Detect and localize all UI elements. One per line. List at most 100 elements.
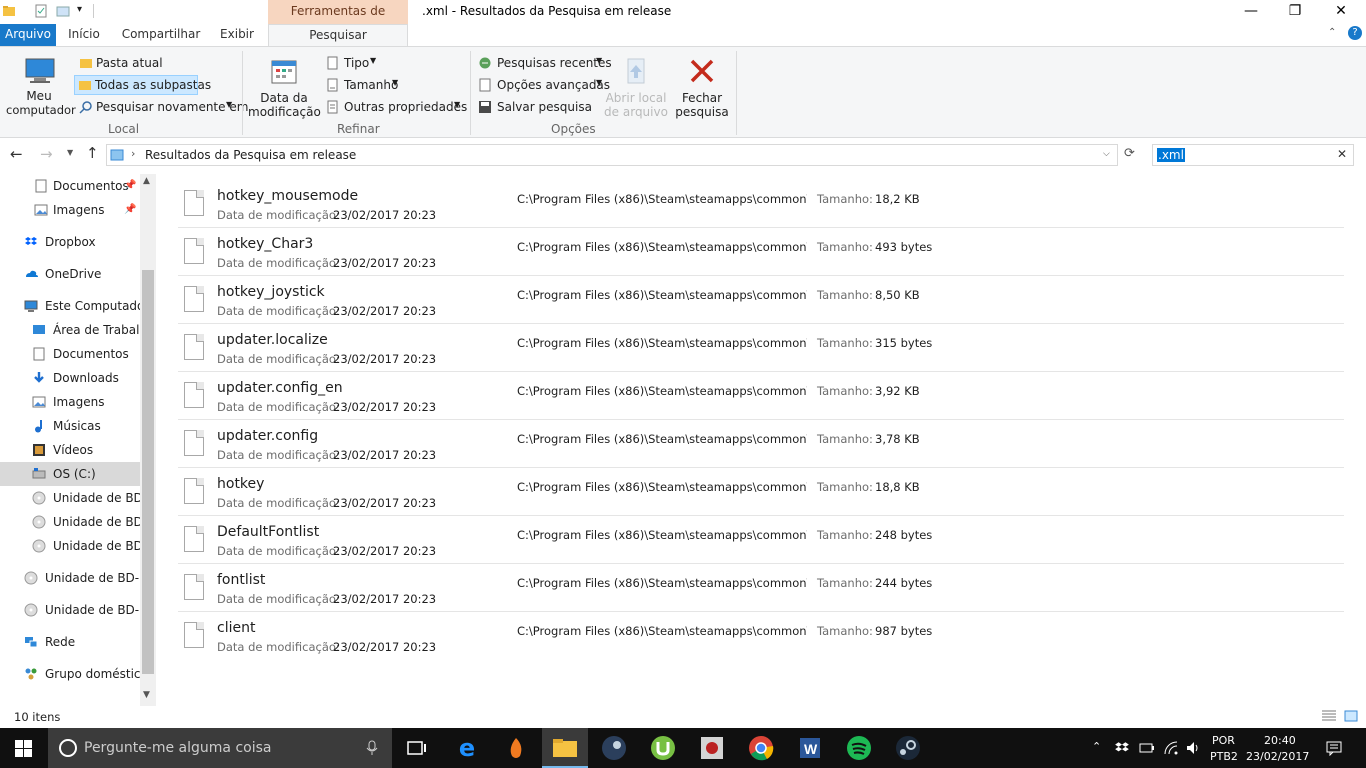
nav-scrollbar[interactable]: ▲ ▼ bbox=[140, 174, 156, 706]
nav-item-unidade-bd-r-2[interactable]: Unidade de BD-R bbox=[0, 510, 140, 534]
list-item[interactable]: hotkey_mousemode Data de modificação: 23… bbox=[178, 180, 1344, 228]
taskbar-explorer-active[interactable] bbox=[542, 728, 588, 768]
search-input[interactable]: Pergunte-me alguma coisa bbox=[84, 740, 271, 756]
pesquisar-novamente-button[interactable]: Pesquisar novamente em ▼ bbox=[76, 97, 248, 117]
pesquisas-recentes-button[interactable]: Pesquisas recentes ▼ bbox=[476, 53, 612, 73]
minimize-button[interactable]: — bbox=[1228, 0, 1274, 24]
nav-item-imagens-pinned[interactable]: Imagens 📌 bbox=[0, 198, 140, 222]
word-icon[interactable]: W bbox=[796, 734, 824, 762]
list-item[interactable]: hotkey Data de modificação: 23/02/2017 2… bbox=[178, 468, 1344, 516]
nav-item-imagens[interactable]: Imagens bbox=[0, 390, 140, 414]
outras-propriedades-button[interactable]: Outras propriedades ▼ bbox=[324, 97, 467, 117]
todas-subpastas-button[interactable]: Todas as subpastas bbox=[74, 75, 211, 95]
tamanho-button[interactable]: Tamanho ▼ bbox=[324, 75, 404, 95]
breadcrumb[interactable]: Resultados da Pesquisa em release bbox=[145, 148, 356, 162]
spotify-icon[interactable] bbox=[845, 734, 873, 762]
search-box[interactable]: .xml ✕ bbox=[1152, 144, 1354, 166]
maximize-button[interactable]: ❐ bbox=[1272, 0, 1318, 24]
action-center-icon[interactable] bbox=[1326, 740, 1342, 756]
nav-item-unidade-bd-ro-2[interactable]: Unidade de BD-RO bbox=[0, 598, 140, 622]
meu-computador-button[interactable]: Meu computador bbox=[6, 51, 76, 117]
nav-item-grupo-domestico[interactable]: Grupo doméstico bbox=[0, 662, 140, 686]
app-flame-icon[interactable] bbox=[502, 734, 530, 762]
task-view-icon[interactable] bbox=[403, 734, 431, 762]
utorrent-icon[interactable] bbox=[649, 734, 677, 762]
nav-item-unidade-bd-r-3[interactable]: Unidade de BD-R bbox=[0, 534, 140, 558]
list-item[interactable]: fontlist Data de modificação: 23/02/2017… bbox=[178, 564, 1344, 612]
new-folder-icon[interactable] bbox=[56, 4, 70, 18]
list-item[interactable]: updater.config Data de modificação: 23/0… bbox=[178, 420, 1344, 468]
modified-date: 23/02/2017 20:23 bbox=[333, 640, 437, 654]
nav-item-unidade-bd-ro-1[interactable]: Unidade de BD-RO bbox=[0, 566, 140, 590]
scrollbar-thumb[interactable] bbox=[142, 270, 154, 674]
dropbox-tray-icon[interactable] bbox=[1114, 740, 1130, 756]
windows-start-icon[interactable] bbox=[15, 740, 32, 757]
keyboard-layout[interactable]: PTB2 bbox=[1210, 750, 1238, 763]
nav-item-os-c[interactable]: OS (C:) bbox=[0, 462, 140, 486]
nav-item-videos[interactable]: Vídeos bbox=[0, 438, 140, 462]
salvar-pesquisa-button[interactable]: Salvar pesquisa bbox=[476, 97, 592, 117]
back-icon[interactable]: ← bbox=[10, 145, 23, 163]
tab-arquivo[interactable]: Arquivo bbox=[0, 24, 56, 46]
steam-icon[interactable] bbox=[894, 734, 922, 762]
recent-locations-icon[interactable]: ▼ bbox=[67, 148, 73, 157]
nav-label: Unidade de BD-R bbox=[53, 491, 140, 505]
search-input[interactable]: .xml bbox=[1157, 148, 1185, 162]
tab-pesquisar[interactable]: Pesquisar bbox=[268, 24, 408, 47]
chrome-icon[interactable] bbox=[747, 734, 775, 762]
microphone-icon[interactable] bbox=[366, 740, 378, 756]
refresh-icon[interactable]: ⟳ bbox=[1124, 146, 1135, 161]
clear-search-icon[interactable]: ✕ bbox=[1337, 147, 1347, 161]
chevron-down-icon[interactable]: ⌵ bbox=[1103, 149, 1110, 159]
data-modificacao-button[interactable]: Data da modificação bbox=[248, 51, 321, 119]
nav-item-downloads[interactable]: Downloads bbox=[0, 366, 140, 390]
customize-qat-icon[interactable]: ▾ bbox=[77, 4, 82, 15]
opcoes-avancadas-button[interactable]: Opções avançadas ▼ bbox=[476, 75, 610, 95]
list-item[interactable]: hotkey_Char3 Data de modificação: 23/02/… bbox=[178, 228, 1344, 276]
battery-icon[interactable] bbox=[1139, 742, 1155, 754]
nav-item-onedrive[interactable]: OneDrive bbox=[0, 262, 140, 286]
collapse-ribbon-icon[interactable]: ⌃ bbox=[1328, 27, 1336, 38]
list-item[interactable]: hotkey_joystick Data de modificação: 23/… bbox=[178, 276, 1344, 324]
properties-icon[interactable] bbox=[34, 4, 48, 18]
details-view-icon[interactable] bbox=[1322, 710, 1336, 722]
nav-item-documentos[interactable]: Documentos bbox=[0, 342, 140, 366]
list-item[interactable]: client Data de modificação: 23/02/2017 2… bbox=[178, 612, 1344, 660]
tab-exibir[interactable]: Exibir bbox=[214, 24, 260, 46]
scroll-down-icon[interactable]: ▼ bbox=[143, 690, 150, 700]
close-button[interactable]: ✕ bbox=[1318, 0, 1364, 24]
list-item[interactable]: DefaultFontlist Data de modificação: 23/… bbox=[178, 516, 1344, 564]
nav-item-unidade-bd-r-1[interactable]: Unidade de BD-R bbox=[0, 486, 140, 510]
clock-date[interactable]: 23/02/2017 bbox=[1246, 750, 1309, 763]
wifi-icon[interactable] bbox=[1163, 740, 1179, 756]
scroll-up-icon[interactable]: ▲ bbox=[143, 176, 150, 186]
abrir-local-arquivo-button[interactable]: Abrir local de arquivo bbox=[604, 51, 668, 119]
pasta-atual-button[interactable]: Pasta atual bbox=[76, 53, 236, 73]
tab-inicio[interactable]: Início bbox=[62, 24, 106, 46]
app-steam-alt-icon[interactable] bbox=[600, 734, 628, 762]
large-icons-view-icon[interactable] bbox=[1344, 710, 1358, 722]
cortana-search-box[interactable]: Pergunte-me alguma coisa bbox=[48, 728, 392, 768]
app-game-icon[interactable] bbox=[698, 734, 726, 762]
language-indicator[interactable]: POR bbox=[1212, 734, 1235, 747]
clock-time[interactable]: 20:40 bbox=[1264, 734, 1296, 747]
forward-icon[interactable]: → bbox=[40, 145, 53, 163]
nav-item-este-computador[interactable]: Este Computador bbox=[0, 294, 140, 318]
nav-item-musicas[interactable]: Músicas bbox=[0, 414, 140, 438]
list-item[interactable]: updater.config_en Data de modificação: 2… bbox=[178, 372, 1344, 420]
address-box[interactable]: › Resultados da Pesquisa em release ⌵ bbox=[106, 144, 1118, 166]
show-hidden-icons-icon[interactable]: ⌃ bbox=[1092, 740, 1101, 753]
nav-item-dropbox[interactable]: Dropbox bbox=[0, 230, 140, 254]
help-icon[interactable]: ? bbox=[1348, 26, 1362, 40]
tipo-button[interactable]: Tipo ▼ bbox=[324, 53, 384, 73]
up-icon[interactable]: ↑ bbox=[86, 144, 99, 162]
nav-item-rede[interactable]: Rede bbox=[0, 630, 140, 654]
edge-icon[interactable]: e bbox=[453, 734, 481, 762]
folder-icon[interactable] bbox=[2, 4, 16, 18]
tab-compartilhar[interactable]: Compartilhar bbox=[120, 24, 202, 46]
fechar-pesquisa-button[interactable]: Fechar pesquisa bbox=[672, 51, 732, 119]
nav-item-area-de-trabalho[interactable]: Área de Trabalho bbox=[0, 318, 140, 342]
nav-item-documentos-pinned[interactable]: Documentos 📌 bbox=[0, 174, 140, 198]
volume-icon[interactable] bbox=[1185, 740, 1201, 756]
list-item[interactable]: updater.localize Data de modificação: 23… bbox=[178, 324, 1344, 372]
